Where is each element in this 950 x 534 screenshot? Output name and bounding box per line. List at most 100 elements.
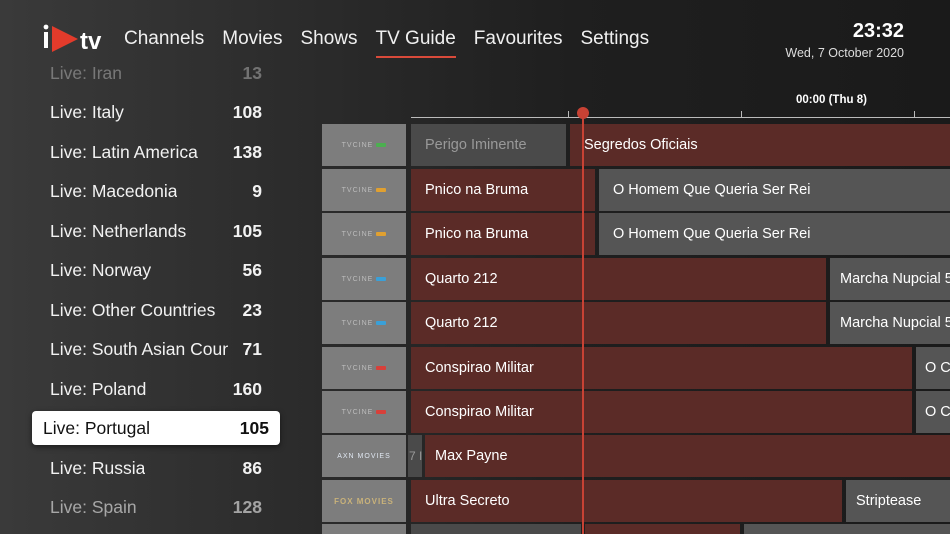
category-count: 71 bbox=[242, 338, 262, 359]
channel-row: FOX MOVIES Ultra Secreto Striptease bbox=[320, 480, 950, 522]
program-cell[interactable] bbox=[411, 524, 581, 534]
category-item[interactable]: Live: Italy 108 bbox=[32, 95, 280, 129]
program-cell[interactable]: Quarto 212 bbox=[411, 258, 826, 300]
clock: 23:32 Wed, 7 October 2020 bbox=[785, 20, 904, 60]
nav-tv-guide[interactable]: TV Guide bbox=[375, 28, 456, 58]
category-count: 105 bbox=[232, 220, 262, 241]
program-cell[interactable]: Pnico na Bruma bbox=[411, 213, 595, 255]
category-name: Live: Netherlands bbox=[50, 220, 187, 241]
channel-logo[interactable]: TVCINE bbox=[322, 124, 406, 166]
category-item[interactable]: Live: Latin America 138 bbox=[32, 135, 280, 169]
channel-logo[interactable]: AXN MOVIES bbox=[322, 435, 406, 477]
timeline: 00:00 (Thu 8) bbox=[411, 90, 950, 120]
category-item[interactable]: Live: South Asian Countr 71 bbox=[32, 332, 280, 366]
timeline-axis bbox=[411, 117, 950, 118]
category-name: Live: Portugal bbox=[43, 417, 151, 438]
program-cell[interactable] bbox=[585, 524, 740, 534]
category-item-selected[interactable]: Live: Portugal 105 bbox=[32, 411, 280, 445]
svg-text:tv: tv bbox=[80, 28, 102, 55]
timeline-label: 00:00 (Thu 8) bbox=[796, 94, 867, 106]
channel-color-mark bbox=[376, 277, 387, 281]
channel-logo-text: TVCINE bbox=[341, 186, 374, 194]
clock-date: Wed, 7 October 2020 bbox=[785, 46, 904, 60]
program-cell[interactable]: Perigo Iminente bbox=[411, 124, 566, 166]
program-cell[interactable]: Quarto 212 bbox=[411, 302, 826, 344]
timeline-tick bbox=[568, 111, 569, 118]
channel-logo[interactable]: TVCINE bbox=[322, 302, 406, 344]
channel-logo[interactable]: TVCINE bbox=[322, 258, 406, 300]
nav-settings[interactable]: Settings bbox=[580, 28, 649, 58]
category-item[interactable]: Live: Poland 160 bbox=[32, 372, 280, 406]
program-cell[interactable]: O C bbox=[916, 391, 950, 433]
channel-logo-text: TVCINE bbox=[341, 230, 374, 238]
category-count: 128 bbox=[232, 496, 262, 517]
nav-shows[interactable]: Shows bbox=[300, 28, 357, 58]
channel-logo-text: TVCINE bbox=[341, 141, 374, 149]
channel-color-mark bbox=[376, 366, 387, 370]
category-item[interactable]: Live: Netherlands 105 bbox=[32, 214, 280, 248]
category-name: Live: Norway bbox=[50, 259, 152, 280]
category-item[interactable]: Live: Russia 86 bbox=[32, 451, 280, 485]
category-list: Live: Iran 13 Live: Italy 108 Live: Lati… bbox=[0, 62, 300, 534]
program-cell[interactable]: O Homem Que Queria Ser Rei bbox=[599, 213, 950, 255]
category-name: Live: Spain bbox=[50, 496, 137, 517]
channel-logo-text: TVCINE bbox=[341, 364, 374, 372]
category-count: 138 bbox=[232, 141, 262, 162]
program-cell[interactable]: O Homem Que Queria Ser Rei bbox=[599, 169, 950, 211]
channel-logo-text: TVCINE bbox=[341, 319, 374, 327]
category-name: Live: Latin America bbox=[50, 141, 198, 162]
category-count: 23 bbox=[242, 299, 262, 320]
channel-logo-text: AXN MOVIES bbox=[337, 452, 391, 460]
current-time-line bbox=[582, 116, 584, 534]
channel-logo-text: TVCINE bbox=[341, 408, 374, 416]
category-count: 86 bbox=[242, 457, 262, 478]
program-cell[interactable]: Ultra Secreto bbox=[411, 480, 842, 522]
category-name: Live: Russia bbox=[50, 457, 146, 478]
category-name: Live: Other Countries bbox=[50, 299, 216, 320]
program-cell[interactable]: Striptease bbox=[846, 480, 950, 522]
epg-grid: 00:00 (Thu 8) TVCINE Perigo Iminente Seg… bbox=[320, 90, 950, 534]
channel-logo[interactable]: TVCINE bbox=[322, 347, 406, 389]
channel-color-mark bbox=[376, 188, 387, 192]
program-cell[interactable]: Pnico na Bruma bbox=[411, 169, 595, 211]
category-count: 13 bbox=[242, 62, 262, 83]
category-count: 9 bbox=[252, 180, 262, 201]
channel-logo[interactable]: FOX MOVIES bbox=[322, 480, 406, 522]
program-cell[interactable]: Conspirao Militar bbox=[411, 391, 912, 433]
channel-row: TVCINE Conspirao Militar O C bbox=[320, 347, 950, 389]
program-cell[interactable]: 7 I bbox=[408, 435, 422, 477]
program-cell[interactable]: Conspirao Militar bbox=[411, 347, 912, 389]
channel-logo[interactable]: TVCINE bbox=[322, 213, 406, 255]
category-item[interactable]: Live: Macedonia 9 bbox=[32, 174, 280, 208]
program-cell[interactable]: Max Payne bbox=[425, 435, 950, 477]
nav-favourites[interactable]: Favourites bbox=[474, 28, 563, 58]
nav-movies[interactable]: Movies bbox=[222, 28, 282, 58]
channel-row: TVCINE Quarto 212 Marcha Nupcial 5 bbox=[320, 258, 950, 300]
channel-row: TVCINE Quarto 212 Marcha Nupcial 5 bbox=[320, 302, 950, 344]
category-count: 160 bbox=[232, 378, 262, 399]
channel-logo[interactable]: TVCINE bbox=[322, 169, 406, 211]
category-item[interactable]: Live: Iran 13 bbox=[32, 62, 280, 90]
channel-row-partial bbox=[320, 524, 950, 534]
clock-time: 23:32 bbox=[852, 20, 904, 42]
category-item[interactable]: Live: Other Countries 23 bbox=[32, 293, 280, 327]
channel-color-mark bbox=[376, 143, 387, 147]
category-item[interactable]: Live: Spain 128 bbox=[32, 490, 280, 524]
channel-logo[interactable]: TVCINE bbox=[322, 391, 406, 433]
nav-channels[interactable]: Channels bbox=[124, 28, 204, 58]
channel-logo-text: FOX MOVIES bbox=[334, 496, 394, 506]
channel-logo[interactable] bbox=[322, 524, 406, 534]
channel-color-mark bbox=[376, 410, 387, 414]
category-item[interactable]: Live: Norway 56 bbox=[32, 253, 280, 287]
channel-row: TVCINE Conspirao Militar O C bbox=[320, 391, 950, 433]
program-cell[interactable]: Marcha Nupcial 5 bbox=[830, 258, 950, 300]
program-cell[interactable]: Segredos Oficiais bbox=[570, 124, 950, 166]
program-cell[interactable]: O C bbox=[916, 347, 950, 389]
iptv-logo: tv bbox=[43, 24, 102, 55]
category-count: 56 bbox=[242, 259, 262, 280]
category-name: Live: Iran bbox=[50, 62, 122, 83]
program-cell[interactable]: Marcha Nupcial 5 bbox=[830, 302, 950, 344]
channel-row: TVCINE Perigo Iminente Segredos Oficiais bbox=[320, 124, 950, 166]
channel-color-mark bbox=[376, 232, 387, 236]
program-cell[interactable] bbox=[744, 524, 950, 534]
